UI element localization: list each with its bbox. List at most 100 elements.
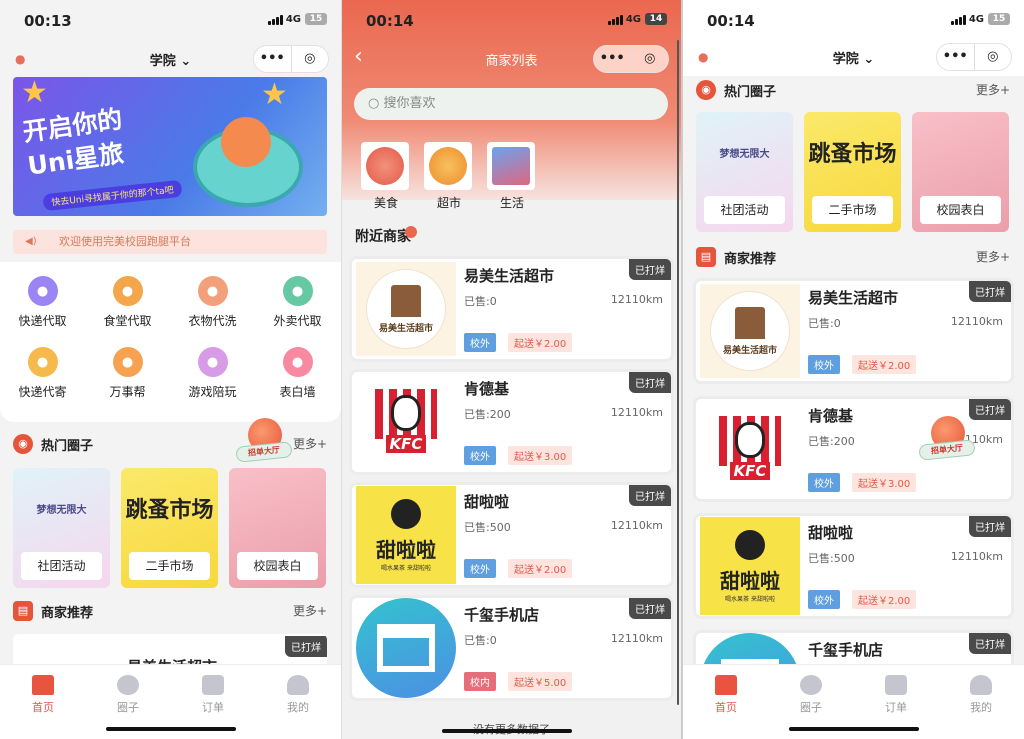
close-icon[interactable]: ◎ — [290, 46, 329, 72]
close-icon[interactable]: ◎ — [973, 44, 1012, 70]
more-link[interactable]: 更多+ — [976, 248, 1010, 265]
service-item[interactable]: ● 万事帮 — [85, 347, 170, 400]
service-item[interactable]: ● 外卖代取 — [255, 276, 340, 329]
service-item[interactable]: ● 衣物代洗 — [170, 276, 255, 329]
nav-bar: ‹ 商家列表 ••• ◎ — [342, 42, 681, 74]
merchant-card[interactable]: 易美生活超市 易美生活超市 已售:0 12110km 校外 起送￥2.00 已打烊 — [349, 256, 674, 362]
circle-card-art: 梦想无限大 — [719, 148, 770, 160]
network-label: 4G — [625, 14, 641, 25]
circle-card-label: 二手市场 — [129, 552, 210, 580]
shop-icon: ▤ — [13, 601, 33, 621]
service-label: 游戏陪玩 — [188, 385, 237, 399]
mini-program-capsule: ••• ◎ — [936, 43, 1012, 71]
location-tag: 校外 — [464, 333, 496, 352]
scrollbar[interactable] — [677, 40, 679, 705]
more-link[interactable]: 更多+ — [976, 81, 1010, 98]
mini-program-capsule: ••• ◎ — [593, 45, 669, 73]
service-label: 快递代取 — [18, 314, 67, 328]
closed-badge: 已打烊 — [969, 399, 1011, 420]
merchant-card[interactable]: 易美生活超市 易美生活超市 已售:0 12110km 校外 起送￥2.00 已打烊 — [693, 278, 1014, 384]
circle-card[interactable]: 校园表白 — [229, 468, 326, 588]
hall-badge[interactable]: 招单大厅 — [918, 416, 976, 464]
merchant-distance: 12110km — [610, 519, 663, 532]
merchant-name: 易美生活超市 — [464, 267, 555, 285]
category-life[interactable]: 生活 — [487, 142, 537, 211]
merchant-sold: 已售:500 — [464, 521, 511, 534]
tab-home[interactable]: 首页 — [696, 675, 756, 715]
circle-card[interactable]: 梦想无限大 社团活动 — [696, 112, 793, 232]
service-label: 万事帮 — [109, 385, 146, 399]
tab-circles[interactable]: 圈子 — [781, 675, 841, 715]
tab-orders[interactable]: 订单 — [183, 675, 243, 715]
more-icon[interactable]: ••• — [594, 46, 631, 72]
title-dot — [405, 226, 417, 238]
tab-profile[interactable]: 我的 — [951, 675, 1011, 715]
service-item[interactable]: ● 表白墙 — [255, 347, 340, 400]
tab-home[interactable]: 首页 — [13, 675, 73, 715]
closed-badge: 已打烊 — [629, 598, 671, 619]
status-time: 00:14 — [707, 12, 755, 30]
merchant-card[interactable]: 甜啦啦 喝水果茶 来甜啦啦 甜啦啦 已售:500 12110km 校外 起送￥2.00 已打烊 — [349, 482, 674, 588]
hall-badge[interactable]: 招单大厅 — [235, 418, 293, 466]
min-order-fee: 起送￥3.00 — [852, 473, 917, 492]
circle-card[interactable]: 跳蚤市场 二手市场 — [804, 112, 901, 232]
merchant-distance: 12110km — [950, 315, 1003, 328]
signal-icon — [608, 15, 623, 25]
more-link[interactable]: 更多+ — [293, 602, 327, 619]
service-item[interactable]: ● 食堂代取 — [85, 276, 170, 329]
hot-circles-header: ◉ 热门圈子 更多+ — [696, 78, 1010, 104]
circle-card[interactable]: 梦想无限大 社团活动 — [13, 468, 110, 588]
star-icon: ★ — [261, 77, 288, 112]
nearby-title: 附近商家 — [355, 226, 417, 246]
network-label: 4G — [285, 14, 301, 25]
shop-icon: ▤ — [696, 247, 716, 267]
hero-banner[interactable]: ★ ★ 开启你的 Uni星旅 快去Uni寻找属于你的那个ta吧 — [13, 77, 327, 216]
circle-card[interactable]: 校园表白 — [912, 112, 1009, 232]
location-tag: 校外 — [464, 446, 496, 465]
service-item[interactable]: ● 游戏陪玩 — [170, 347, 255, 400]
section-title: 商家推荐 — [724, 252, 777, 267]
banner-subtitle: 快去Uni寻找属于你的那个ta吧 — [42, 179, 183, 212]
merchant-sold: 已售:500 — [808, 552, 855, 565]
location-label: 学院 — [149, 54, 176, 69]
merchant-logo — [356, 598, 456, 698]
service-item[interactable]: ● 快递代寄 — [0, 347, 85, 400]
home-screen: 00:13 4G 15 ● 学院 ⌄ ••• ◎ ★ ★ 开启你的 Uni星旅 快… — [0, 0, 341, 739]
merchant-sold: 已售:0 — [464, 634, 497, 647]
location-tag: 校外 — [808, 590, 840, 609]
close-icon[interactable]: ◎ — [630, 46, 669, 72]
search-input[interactable]: ○ 搜你喜欢 — [354, 88, 668, 120]
home-icon — [32, 675, 54, 695]
life-icon — [487, 142, 535, 190]
battery-icon: 15 — [305, 13, 327, 25]
merchant-distance: 12110km — [610, 293, 663, 306]
min-order-fee: 起送￥2.00 — [508, 559, 573, 578]
service-label: 表白墙 — [279, 385, 316, 399]
circle-card[interactable]: 跳蚤市场 二手市场 — [121, 468, 218, 588]
tab-orders[interactable]: 订单 — [866, 675, 926, 715]
closed-badge: 已打烊 — [969, 516, 1011, 537]
location-tag: 校外 — [808, 355, 840, 374]
more-icon[interactable]: ••• — [937, 44, 974, 70]
network-label: 4G — [968, 14, 984, 25]
status-bar: 00:14 4G 15 — [683, 0, 1024, 40]
tab-circles[interactable]: 圈子 — [98, 675, 158, 715]
section-title: 热门圈子 — [724, 85, 777, 100]
signal-icon — [268, 15, 283, 25]
home-indicator — [105, 727, 236, 731]
more-icon[interactable]: ••• — [254, 46, 291, 72]
merchant-card[interactable]: KFC 肯德基 已售:200 12110km 校外 起送￥3.00 已打烊 — [349, 369, 674, 475]
service-label: 外卖代取 — [273, 314, 322, 328]
more-link[interactable]: 更多+ — [293, 435, 327, 452]
merchant-name: 肯德基 — [808, 407, 854, 425]
tab-profile[interactable]: 我的 — [268, 675, 328, 715]
merchant-card[interactable]: 千玺手机店已售:0 12110km 校内起送￥5.00 已打烊 — [349, 595, 674, 701]
closed-badge: 已打烊 — [629, 372, 671, 393]
category-store[interactable]: 超市 — [424, 142, 474, 211]
notice-bar[interactable]: ◀) 欢迎使用完美校园跑腿平台 — [13, 230, 327, 254]
merchant-logo: 甜啦啦 喝水果茶 来甜啦啦 — [356, 486, 456, 584]
merchant-card[interactable]: 甜啦啦 喝水果茶 来甜啦啦 甜啦啦 已售:500 12110km 校外 起送￥2.00 已打烊 — [693, 513, 1014, 619]
service-item[interactable]: ● 快递代取 — [0, 276, 85, 329]
astronaut-illustration — [221, 117, 271, 167]
category-food[interactable]: 美食 — [361, 142, 411, 211]
